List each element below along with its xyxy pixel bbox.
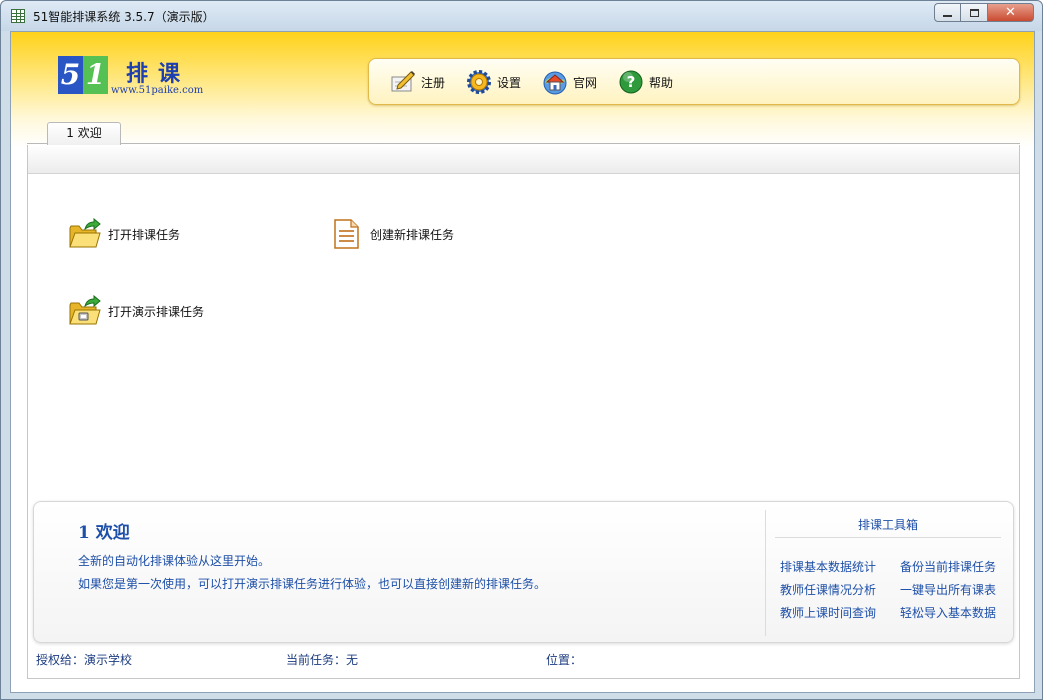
client-area: 5 1 排课 www.51paike.com 注册 设置 官网 ? 帮助 1 欢… <box>10 31 1035 693</box>
window-controls: ✕ <box>934 3 1034 22</box>
welcome-info-panel: 1 欢迎 全新的自动化排课体验从这里开始。 如果您是第一次使用，可以打开演示排课… <box>33 501 1014 643</box>
tool-link-backup-task[interactable]: 备份当前排课任务 <box>900 558 996 575</box>
status-licensed-to: 授权给：演示学校 <box>36 653 133 667</box>
logo-name: 排课 <box>126 61 191 87</box>
logo-url: www.51paike.com <box>111 85 204 96</box>
maximize-icon <box>969 8 979 17</box>
welcome-page: 打开排课任务 创建新排课任务 打开演示排课任务 1 欢迎 全新的自动化排课体验从… <box>27 145 1020 679</box>
toolbox-rule <box>775 537 1001 538</box>
close-icon: ✕ <box>1005 5 1016 20</box>
tool-link-teacher-schedule-query[interactable]: 教师上课时间查询 <box>780 604 876 621</box>
welcome-title: 1 欢迎 <box>78 523 130 543</box>
create-task-action[interactable]: 创建新排课任务 <box>330 218 454 250</box>
register-pencil-icon <box>389 68 417 96</box>
close-button[interactable]: ✕ <box>988 3 1034 22</box>
status-bar: 授权给：演示学校 当前任务：无 位置： <box>27 651 1017 667</box>
open-task-label: 打开排课任务 <box>108 227 181 242</box>
status-current-task: 当前任务：无 <box>286 653 359 667</box>
maximize-button[interactable] <box>961 3 988 22</box>
app-window: 51智能排课系统 3.5.7（演示版） ✕ 5 1 排课 www.51paike… <box>0 0 1043 700</box>
website-button[interactable]: 官网 <box>541 67 597 97</box>
window-title: 51智能排课系统 3.5.7（演示版） <box>33 10 215 24</box>
help-button[interactable]: ? 帮助 <box>617 67 673 97</box>
help-label: 帮助 <box>649 75 674 90</box>
tab-strip: 1 欢迎 <box>27 122 1020 145</box>
title-bar[interactable]: 51智能排课系统 3.5.7（演示版） ✕ <box>1 1 1042 31</box>
help-question-icon: ? <box>617 68 645 96</box>
toolbox-title: 排课工具箱 <box>857 518 918 532</box>
toolbox-divider <box>765 510 766 636</box>
settings-label: 设置 <box>497 75 522 90</box>
svg-text:?: ? <box>627 73 636 91</box>
settings-button[interactable]: 设置 <box>465 67 521 97</box>
header-banner: 5 1 排课 www.51paike.com 注册 设置 官网 ? 帮助 1 欢… <box>11 32 1034 147</box>
create-task-label: 创建新排课任务 <box>370 227 455 242</box>
open-task-action[interactable]: 打开排课任务 <box>68 217 181 250</box>
gear-icon <box>465 68 493 96</box>
spreadsheet-app-icon <box>11 9 25 23</box>
minimize-icon <box>943 14 952 17</box>
tool-link-export-timetables[interactable]: 一键导出所有课表 <box>900 581 996 598</box>
logo-digit-5: 5 <box>58 56 83 94</box>
minimize-button[interactable] <box>934 3 961 22</box>
tab-welcome[interactable]: 1 欢迎 <box>47 122 121 145</box>
tool-link-teacher-analysis[interactable]: 教师任课情况分析 <box>780 581 876 598</box>
content-header-band <box>28 145 1019 174</box>
welcome-line-2: 如果您是第一次使用，可以打开演示排课任务进行体验，也可以直接创建新的排课任务。 <box>78 577 547 591</box>
main-toolbar: 注册 设置 官网 ? 帮助 <box>368 58 1020 105</box>
welcome-line-1: 全新的自动化排课体验从这里开始。 <box>78 554 271 568</box>
logo-digit-1: 1 <box>83 56 108 94</box>
open-demo-task-action[interactable]: 打开演示排课任务 <box>68 294 205 327</box>
status-position: 位置： <box>546 653 583 667</box>
open-folder-icon <box>68 217 102 250</box>
register-label: 注册 <box>421 75 446 90</box>
open-demo-task-label: 打开演示排课任务 <box>108 304 205 319</box>
register-button[interactable]: 注册 <box>389 67 445 97</box>
open-demo-folder-icon <box>68 294 102 327</box>
website-label: 官网 <box>573 75 598 90</box>
tool-link-import-data[interactable]: 轻松导入基本数据 <box>900 604 996 621</box>
home-globe-icon <box>541 68 569 96</box>
tool-link-data-statistics[interactable]: 排课基本数据统计 <box>780 558 876 575</box>
new-document-icon <box>330 218 364 250</box>
